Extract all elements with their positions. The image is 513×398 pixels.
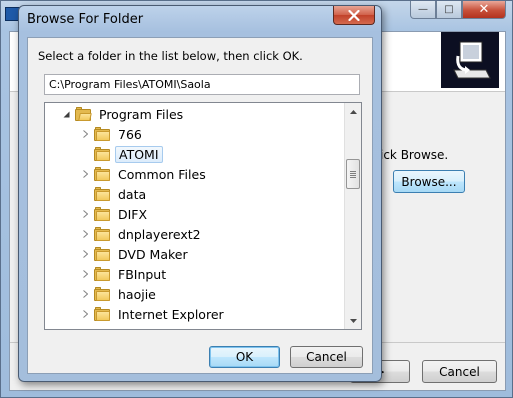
tree-item[interactable]: 766 (80, 124, 145, 144)
tree-item-label: Common Files (118, 166, 206, 182)
maximize-button[interactable]: □ (436, 1, 462, 19)
tree-item[interactable]: Common Files (80, 164, 209, 184)
tree-item[interactable]: FBInput (80, 264, 169, 284)
folder-icon (94, 186, 110, 201)
scroll-thumb[interactable] (346, 159, 360, 189)
dialog-body: Select a folder in the list below, then … (27, 37, 373, 374)
installer-cancel-button[interactable]: Cancel (422, 360, 497, 383)
folder-icon (94, 226, 110, 241)
maximize-icon: □ (444, 4, 454, 15)
scroll-up-icon (350, 109, 357, 114)
folder-tree[interactable]: Program Files 766 ATOMI Common Files data DIF… (44, 102, 362, 330)
installer-logo (441, 32, 499, 88)
minimize-icon: — (418, 4, 428, 15)
tree-item-label: DIFX (118, 206, 148, 222)
tree-item-label: FBInput (118, 266, 167, 282)
tree-item[interactable]: DVD Maker (80, 244, 191, 264)
dialog-title: Browse For Folder (27, 12, 144, 27)
chevron-right-icon[interactable] (80, 309, 90, 319)
triangle-down-icon[interactable] (61, 109, 71, 119)
chevron-right-icon[interactable] (80, 209, 90, 219)
folder-path-field[interactable] (44, 74, 360, 95)
tree-item[interactable]: Internet Explorer (80, 304, 227, 324)
chevron-right-icon[interactable] (80, 269, 90, 279)
minimize-button[interactable]: — (410, 1, 436, 19)
scroll-down-button[interactable] (345, 312, 361, 329)
tree-item-label: haojie (118, 286, 156, 302)
browse-for-folder-dialog: Browse For Folder Select a folder in the… (18, 5, 382, 382)
window-controls: — □ ✕ (410, 1, 506, 19)
tree-item-label: DVD Maker (118, 246, 188, 262)
tree-scrollbar[interactable] (344, 103, 361, 329)
scroll-down-icon (350, 318, 357, 323)
tree-item[interactable]: Program Files (61, 104, 186, 124)
tree-item[interactable]: dnplayerext2 (80, 224, 204, 244)
folder-icon (94, 266, 110, 281)
tree-item-label: 766 (118, 126, 142, 142)
chevron-right-icon[interactable] (80, 249, 90, 259)
browse-button[interactable]: Browse... (393, 170, 465, 193)
tree-item-label: data (118, 186, 147, 202)
tree-item-label: ATOMI (115, 145, 163, 163)
tree-item[interactable]: ATOMI (80, 144, 163, 164)
installer-close-button[interactable]: ✕ (462, 1, 506, 19)
chevron-right-icon[interactable] (80, 129, 90, 139)
folder-icon (94, 286, 110, 301)
folder-icon (94, 126, 110, 141)
cancel-button[interactable]: Cancel (290, 346, 363, 368)
browse-instruction-fragment: ick Browse. (380, 148, 449, 162)
scroll-up-button[interactable] (345, 103, 361, 120)
chevron-right-icon[interactable] (80, 289, 90, 299)
chevron-right-icon[interactable] (80, 169, 90, 179)
tree-item[interactable]: haojie (80, 284, 159, 304)
folder-icon (94, 166, 110, 181)
folder-icon (94, 146, 110, 161)
tree-item-label: Internet Explorer (118, 306, 224, 322)
tree-item-label: dnplayerext2 (118, 226, 201, 242)
close-icon: ✕ (478, 2, 490, 17)
dialog-close-button[interactable] (333, 6, 375, 25)
folder-open-icon (75, 106, 92, 121)
chevron-right-icon[interactable] (80, 229, 90, 239)
folder-icon (94, 246, 110, 261)
tree-item-label: Program Files (99, 106, 184, 122)
close-icon (348, 9, 360, 21)
tree-item[interactable]: DIFX (80, 204, 150, 224)
dialog-instruction: Select a folder in the list below, then … (38, 49, 303, 63)
folder-icon (94, 206, 110, 221)
ok-button[interactable]: OK (209, 346, 280, 368)
installer-logo-icon (453, 41, 491, 79)
tree-item[interactable]: data (80, 184, 149, 204)
folder-icon (94, 306, 110, 321)
